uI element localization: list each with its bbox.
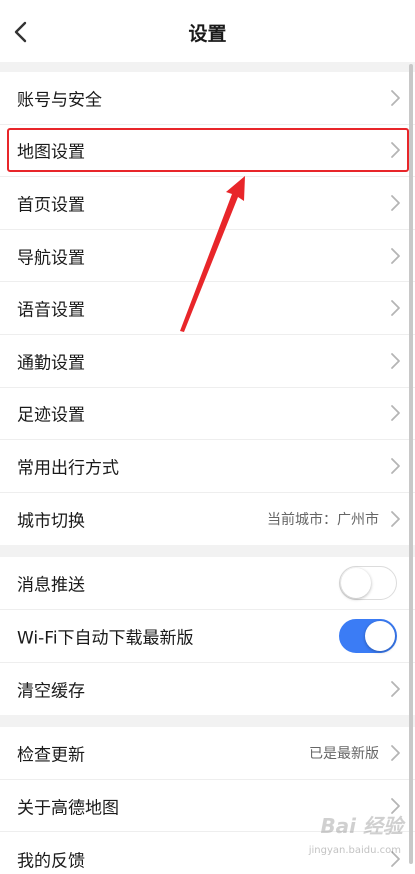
settings-row-value: 当前城市：广州市 bbox=[267, 512, 379, 529]
settings-row[interactable]: 清空缓存 bbox=[0, 663, 415, 716]
settings-row-label: 我的反馈 bbox=[17, 851, 85, 872]
settings-row-label: 地图设置 bbox=[17, 142, 85, 163]
settings-row[interactable]: 地图设置 bbox=[0, 125, 415, 178]
settings-group: 检查更新 已是最新版关于高德地图 我的反馈 bbox=[0, 727, 415, 874]
settings-row[interactable]: 检查更新 已是最新版 bbox=[0, 727, 415, 780]
nav-header: 设置 bbox=[0, 0, 415, 62]
settings-row-label: 首页设置 bbox=[17, 195, 85, 216]
chevron-right-icon bbox=[391, 797, 400, 814]
section-gap bbox=[0, 545, 415, 558]
settings-row-label: 常用出行方式 bbox=[17, 458, 119, 479]
chevron-right-icon bbox=[391, 745, 400, 761]
chevron-right-icon bbox=[391, 352, 400, 369]
chevron-right-icon bbox=[391, 680, 400, 697]
settings-row-label: 账号与安全 bbox=[17, 90, 102, 111]
page-title: 设置 bbox=[188, 23, 227, 45]
chevron-right-icon bbox=[391, 300, 400, 317]
settings-row[interactable]: 足迹设置 bbox=[0, 388, 415, 441]
settings-row-label: 足迹设置 bbox=[17, 405, 85, 426]
settings-group: 账号与安全地图设置首页设置导航设置语音设置通勤设置足迹设置常用出行方式 城市切换 当… bbox=[0, 72, 415, 546]
settings-row[interactable]: 我的反馈 bbox=[0, 832, 415, 874]
settings-row-label: 清空缓存 bbox=[17, 681, 85, 702]
settings-row[interactable]: 账号与安全 bbox=[0, 72, 415, 125]
settings-row[interactable]: 常用出行方式 bbox=[0, 440, 415, 493]
settings-row[interactable]: 城市切换 当前城市：广州市 bbox=[0, 493, 415, 546]
chevron-right-icon bbox=[391, 195, 400, 211]
chevron-right-icon bbox=[391, 850, 400, 867]
toggle-switch[interactable] bbox=[339, 566, 397, 601]
settings-row-label: 语音设置 bbox=[17, 300, 85, 321]
chevron-right-icon bbox=[391, 511, 400, 527]
toggle-knob bbox=[365, 620, 395, 651]
settings-row[interactable]: 导航设置 bbox=[0, 230, 415, 283]
settings-row[interactable]: 语音设置 bbox=[0, 282, 415, 335]
chevron-right-icon bbox=[391, 458, 400, 474]
chevron-right-icon bbox=[391, 405, 400, 422]
settings-row-label: 检查更新 bbox=[17, 745, 85, 766]
settings-row-label: 关于高德地图 bbox=[17, 798, 119, 819]
chevron-right-icon bbox=[391, 89, 400, 106]
chevron-right-icon bbox=[391, 142, 400, 159]
settings-group: 消息推送 Wi-Fi下自动下载最新版 清空缓存 bbox=[0, 557, 415, 716]
settings-row[interactable]: 通勤设置 bbox=[0, 335, 415, 388]
chevron-right-icon bbox=[391, 247, 400, 264]
settings-row[interactable]: 首页设置 bbox=[0, 177, 415, 230]
settings-row-label: Wi-Fi下自动下载最新版 bbox=[17, 628, 194, 649]
settings-row-label: 消息推送 bbox=[17, 575, 85, 596]
settings-row-label: 城市切换 bbox=[17, 511, 85, 532]
settings-row: 消息推送 bbox=[0, 557, 415, 610]
section-gap bbox=[0, 715, 415, 728]
toggle-switch[interactable] bbox=[339, 618, 397, 653]
settings-row-value: 已是最新版 bbox=[309, 745, 379, 762]
scrollbar[interactable] bbox=[409, 64, 413, 864]
toggle-knob bbox=[341, 568, 371, 599]
settings-row: Wi-Fi下自动下载最新版 bbox=[0, 610, 415, 663]
settings-row-label: 导航设置 bbox=[17, 248, 85, 269]
settings-row[interactable]: 关于高德地图 bbox=[0, 780, 415, 833]
settings-row-label: 通勤设置 bbox=[17, 353, 85, 374]
settings-list: 账号与安全地图设置首页设置导航设置语音设置通勤设置足迹设置常用出行方式 城市切换 当… bbox=[0, 72, 415, 874]
